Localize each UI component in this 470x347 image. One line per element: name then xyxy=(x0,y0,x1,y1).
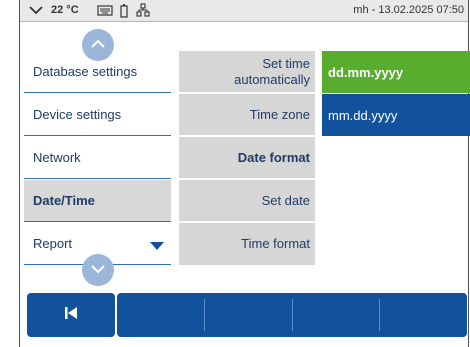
device-screen: 22 °C mh - 13.02.2025 07:50 Database set… xyxy=(19,0,470,347)
menu-item-label: Network xyxy=(33,150,81,165)
menu-item-label: Database settings xyxy=(33,64,138,79)
setting-label: Set date xyxy=(261,192,310,208)
menu-item-label: Date/Time xyxy=(33,193,95,208)
menu-item-label: Report xyxy=(33,236,73,251)
menu-item-device-settings[interactable]: Device settings xyxy=(24,94,171,136)
function-key-divider xyxy=(379,299,380,331)
option-label: mm.dd.yyyy xyxy=(328,107,398,123)
function-key-bar[interactable] xyxy=(117,293,467,337)
status-bar: 22 °C mh - 13.02.2025 07:50 xyxy=(20,0,468,22)
menu-item-label: Device settings xyxy=(33,107,122,122)
setting-label: Time format xyxy=(241,236,310,251)
option-mm-dd-yyyy[interactable]: mm.dd.yyyy xyxy=(322,94,470,136)
setting-set-time-automatically[interactable]: Set time automatically xyxy=(179,51,315,93)
chevron-down-icon[interactable] xyxy=(28,3,44,20)
temperature-readout: 22 °C xyxy=(51,4,79,16)
back-button[interactable] xyxy=(27,293,115,337)
option-dd-mm-yyyy[interactable]: dd.mm.yyyy xyxy=(322,51,470,93)
chevron-down-icon xyxy=(90,261,106,279)
setting-label: Date format xyxy=(237,149,310,165)
menu-item-date-time[interactable]: Date/Time xyxy=(24,180,171,222)
menu-item-network[interactable]: Network xyxy=(24,137,171,179)
scroll-down-button[interactable] xyxy=(82,254,114,286)
option-label: dd.mm.yyyy xyxy=(328,64,404,80)
function-key-divider xyxy=(204,299,205,331)
network-icon xyxy=(136,3,150,20)
battery-icon xyxy=(119,3,129,21)
skip-back-icon xyxy=(63,305,79,326)
function-key-divider xyxy=(292,299,293,331)
setting-label: Time zone xyxy=(249,106,310,122)
chevron-up-icon xyxy=(90,36,106,54)
setting-set-date[interactable]: Set date xyxy=(179,180,315,222)
setting-time-zone[interactable]: Time zone xyxy=(179,94,315,136)
setting-time-format[interactable]: Time format xyxy=(179,223,315,266)
setting-date-format[interactable]: Date format xyxy=(179,137,315,179)
keyboard-icon xyxy=(97,3,113,20)
user-datetime: mh - 13.02.2025 07:50 xyxy=(353,4,464,16)
triangle-down-icon xyxy=(150,239,164,254)
scroll-up-button[interactable] xyxy=(82,29,114,61)
setting-label: Set time automatically xyxy=(234,55,310,87)
